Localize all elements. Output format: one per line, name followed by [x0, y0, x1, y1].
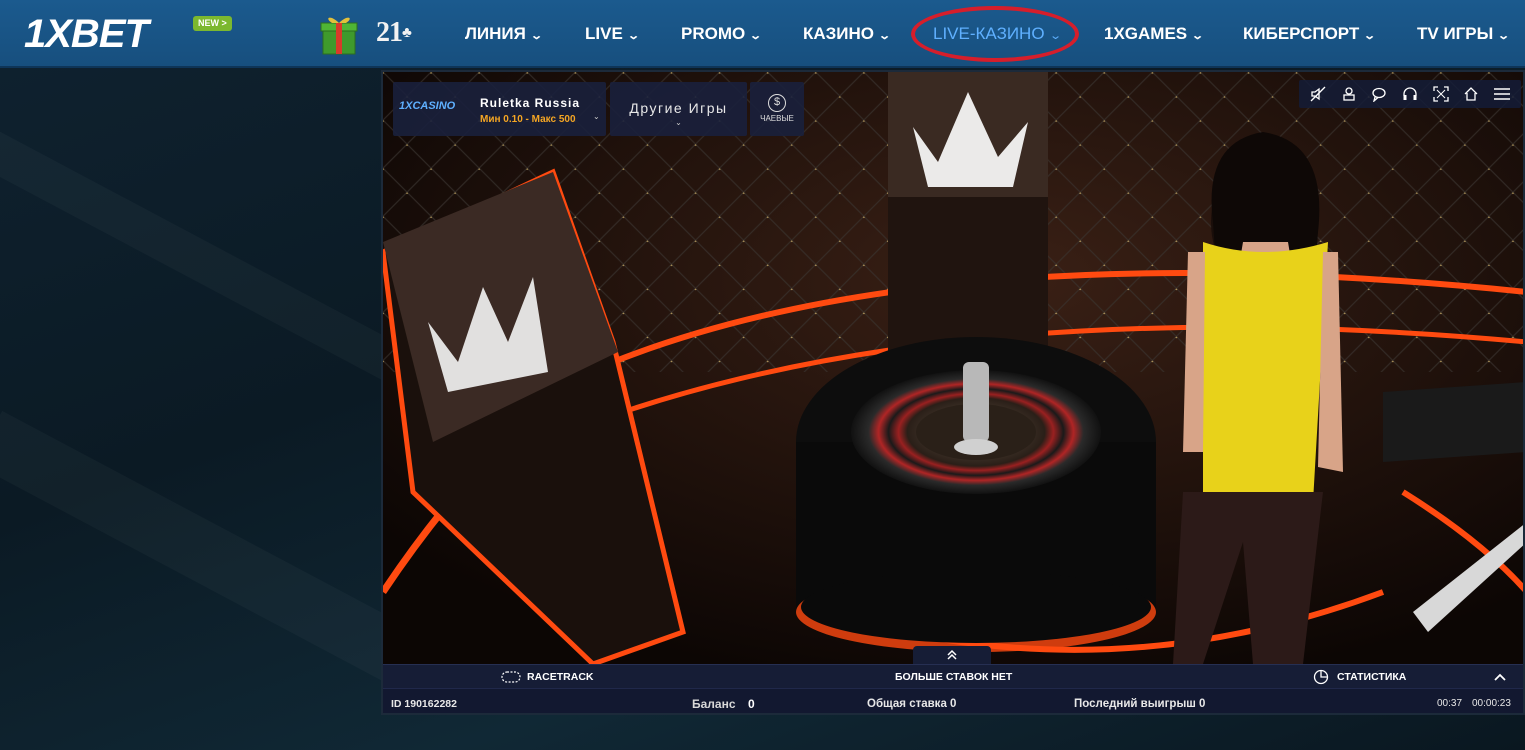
- nav-item-liniya[interactable]: ЛИНИЯ ⌄: [465, 0, 543, 68]
- chevron-down-icon: ⌄: [878, 30, 892, 42]
- nav-item-1xgames[interactable]: 1XGAMES ⌄: [1104, 0, 1205, 68]
- balance-value: 0: [748, 697, 755, 711]
- support-headset-icon[interactable]: [1400, 84, 1420, 104]
- balance-label: Баланс: [692, 697, 736, 711]
- menu-icon[interactable]: [1492, 84, 1512, 104]
- highlight-annotation-ring: [911, 6, 1079, 62]
- chevron-down-icon: ⌄: [1363, 30, 1377, 42]
- round-id: ID 190162282: [391, 698, 457, 710]
- pie-chart-icon: [1313, 669, 1329, 685]
- chevron-down-icon: ⌄: [1497, 30, 1511, 42]
- racetrack-label: RACETRACK: [527, 671, 594, 683]
- chevron-down-icon: ⌄: [1191, 30, 1205, 42]
- fullscreen-icon[interactable]: [1431, 84, 1451, 104]
- nav-item-promo[interactable]: PROMO ⌄: [681, 0, 763, 68]
- chevron-down-icon: ⌄: [675, 118, 682, 127]
- live-video-stream[interactable]: [383, 72, 1525, 664]
- expand-bet-panel-button[interactable]: [913, 646, 991, 664]
- table-limits: Мин 0.10 - Макс 500: [480, 114, 576, 125]
- chevron-down-icon: ⌄: [593, 112, 600, 121]
- gift-icon[interactable]: [320, 12, 358, 56]
- live-roulette-game: 1XCASINO Ruletka Russia Мин 0.10 - Макс …: [381, 70, 1525, 715]
- background-streak: [0, 411, 426, 689]
- chips-icon[interactable]: [1339, 84, 1359, 104]
- chevron-up-icon[interactable]: [1493, 672, 1507, 682]
- nav-item-casino[interactable]: КАЗИНО ⌄: [803, 0, 892, 68]
- other-games-button[interactable]: Другие Игры ⌄: [610, 82, 747, 136]
- statistics-label: СТАТИСТИКА: [1337, 671, 1407, 683]
- chevron-down-icon: ⌄: [626, 30, 640, 42]
- twentyone-game-icon[interactable]: 21♣: [376, 14, 412, 52]
- tips-label: ЧАЕВЫЕ: [760, 114, 794, 123]
- home-icon[interactable]: [1461, 84, 1481, 104]
- nav-item-esports[interactable]: КИБЕРСПОРТ ⌄: [1243, 0, 1377, 68]
- table-info-panel[interactable]: 1XCASINO Ruletka Russia Мин 0.10 - Макс …: [393, 82, 606, 136]
- nav-item-live[interactable]: LIVE ⌄: [585, 0, 640, 68]
- game-toolbar: [1299, 80, 1521, 108]
- new-badge[interactable]: NEW >: [193, 16, 232, 31]
- other-games-label: Другие Игры: [629, 100, 728, 116]
- last-win: Последний выигрыш 0: [1074, 698, 1206, 710]
- chat-icon[interactable]: [1369, 84, 1389, 104]
- round-timer: 00:37: [1437, 698, 1463, 709]
- chevron-down-icon: ⌄: [749, 30, 763, 42]
- table-name: Ruletka Russia: [480, 96, 581, 110]
- chevron-down-icon: ⌄: [530, 30, 543, 42]
- total-bet: Общая ставка 0: [867, 698, 957, 710]
- provider-logo: 1XCASINO: [399, 100, 456, 112]
- betting-status: БОЛЬШЕ СТАВОК НЕТ: [895, 671, 1013, 683]
- bet-status-bar: RACETRACK БОЛЬШЕ СТАВОК НЕТ СТАТИСТИКА: [383, 664, 1523, 688]
- double-chevron-up-icon: [947, 649, 957, 660]
- racetrack-icon: [501, 671, 521, 683]
- background-streak: [0, 110, 419, 389]
- nav-item-tv-games[interactable]: TV ИГРЫ ⌄: [1417, 0, 1511, 68]
- coin-dollar-icon: $: [768, 94, 786, 112]
- session-time: 00:00:23: [1472, 698, 1511, 709]
- brand-logo[interactable]: 1XBET: [24, 12, 149, 56]
- tips-button[interactable]: $ ЧАЕВЫЕ: [750, 82, 804, 136]
- top-navigation-bar: 1XBET NEW > 21♣ ЛИНИЯ ⌄ LIVE ⌄ PROMO ⌄ КАЗИ…: [0, 0, 1525, 68]
- mute-icon[interactable]: [1308, 84, 1328, 104]
- player-info-bar: ID 190162282 Баланс 0 Общая ставка 0 Пос…: [383, 688, 1523, 713]
